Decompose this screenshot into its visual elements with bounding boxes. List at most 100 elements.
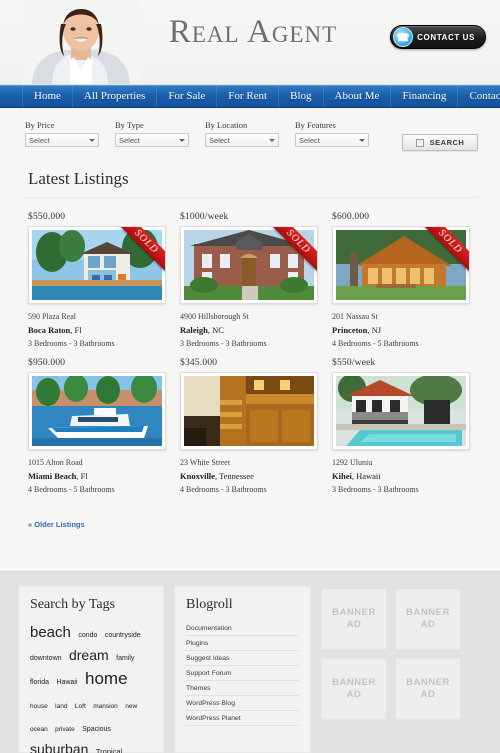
filter-value-location: Select <box>209 135 230 145</box>
listing-card[interactable]: $1000/week SOLD 4900 Hillsborough St Ral… <box>174 212 326 350</box>
search-button[interactable]: SEARCH <box>402 134 478 151</box>
banner-ad-line1: BANNER <box>332 677 376 688</box>
nav-item-blog[interactable]: Blog <box>279 86 324 107</box>
phone-icon: ☎ <box>393 27 414 47</box>
blogroll-list: Documentation Plugins Suggest Ideas Supp… <box>186 621 299 726</box>
listing-thumbnail[interactable]: SOLD <box>332 226 470 304</box>
listing-region: Fl <box>74 325 82 335</box>
filter-value-type: Select <box>119 135 140 145</box>
listing-region: NC <box>212 325 224 335</box>
tag-link[interactable]: Spacious <box>82 726 111 733</box>
tag-link[interactable]: new <box>125 703 137 710</box>
list-item[interactable]: Plugins <box>186 636 299 651</box>
site-footer: Search by Tags beach condo countryside d… <box>0 571 500 753</box>
list-item[interactable]: Support Forum <box>186 666 299 681</box>
listing-meta: 1015 Alton Road Miami Beach, Fl 4 Bedroo… <box>28 456 174 496</box>
tag-link[interactable]: countryside <box>105 632 141 639</box>
tag-link[interactable]: florida <box>30 679 49 686</box>
list-item[interactable]: WordPress Blog <box>186 696 299 711</box>
tag-link[interactable]: Hawaii <box>57 679 78 686</box>
list-item[interactable]: WordPress Planet <box>186 711 299 726</box>
property-filter-bar: By Price Select By Type Select By Locati… <box>0 108 500 163</box>
pool-villa-photo <box>336 376 466 446</box>
banner-ad[interactable]: BANNER AD <box>321 658 387 720</box>
tags-widget-title: Search by Tags <box>30 597 116 612</box>
listing-city-name: Raleigh <box>180 325 208 335</box>
listing-card[interactable]: $550/week 1292 Uluniu Kihei, Hawaii 3 Be… <box>326 358 478 496</box>
tag-link[interactable]: mansion <box>93 703 118 710</box>
listing-thumbnail[interactable]: SOLD <box>180 226 318 304</box>
nav-item-financing[interactable]: Financing <box>391 86 459 107</box>
listing-price: $950.000 <box>28 358 66 368</box>
filter-select-location[interactable]: Select <box>205 133 279 147</box>
list-item[interactable]: Themes <box>186 681 299 696</box>
tag-link[interactable]: house <box>30 703 48 710</box>
listing-rooms: 4 Bedrooms - 5 Bathrooms <box>28 485 115 494</box>
banner-ad-line2: AD <box>420 619 436 630</box>
listing-city: Princeton, NJ <box>332 325 382 335</box>
contact-us-button[interactable]: ☎ CONTACT US <box>390 25 486 49</box>
listing-card[interactable]: $345.000 23 White Street Knoxville, Tenn… <box>174 358 326 496</box>
site-header: Real Agent ☎ CONTACT US <box>0 0 500 85</box>
search-icon <box>415 138 424 147</box>
listing-price: $345.000 <box>180 358 218 368</box>
filter-select-features[interactable]: Select <box>295 133 369 147</box>
chevron-down-icon <box>359 138 365 142</box>
listing-price: $550.000 <box>28 212 66 222</box>
banner-ad[interactable]: BANNER AD <box>395 658 461 720</box>
tag-link[interactable]: land <box>55 703 67 710</box>
section-divider <box>22 197 478 198</box>
nav-item-contact[interactable]: Contact <box>458 86 500 107</box>
banner-ad[interactable]: BANNER AD <box>321 588 387 650</box>
search-button-label: SEARCH <box>429 138 465 147</box>
tag-link[interactable]: condo <box>78 632 97 639</box>
contact-us-label: CONTACT US <box>417 32 475 42</box>
tag-link[interactable]: suburban <box>30 741 88 753</box>
banner-ad-line1: BANNER <box>332 607 376 618</box>
tag-link[interactable]: family <box>116 655 134 662</box>
tag-link[interactable]: beach <box>30 624 71 641</box>
listing-card[interactable]: $550.000 SOLD 590 Plaza Real Boca Raton,… <box>22 212 174 350</box>
nav-item-for-sale[interactable]: For Sale <box>157 86 218 107</box>
filter-group-type: By Type Select <box>115 120 205 147</box>
listing-meta: 23 White Street Knoxville, Tennessee 4 B… <box>180 456 326 496</box>
listings-grid: $550.000 SOLD 590 Plaza Real Boca Raton,… <box>22 212 478 504</box>
filter-select-price[interactable]: Select <box>25 133 99 147</box>
filter-group-features: By Features Select <box>295 120 385 147</box>
listing-address: 23 White Street <box>180 458 231 467</box>
listing-thumbnail[interactable] <box>28 372 166 450</box>
listing-thumbnail[interactable]: SOLD <box>28 226 166 304</box>
banner-ad[interactable]: BANNER AD <box>395 588 461 650</box>
listing-thumbnail[interactable] <box>180 372 318 450</box>
listing-card[interactable]: $600.000 SOLD 201 Nassau St Princeton, N… <box>326 212 478 350</box>
tag-link[interactable]: downtown <box>30 655 62 662</box>
listing-card[interactable]: $950.000 1015 Alton Road Miami Beach, Fl… <box>22 358 174 496</box>
older-listings-link[interactable]: « Older Listings <box>22 504 85 529</box>
blogroll-widget: Blogroll Documentation Plugins Suggest I… <box>174 586 311 753</box>
listing-city: Knoxville, Tennessee <box>180 471 254 481</box>
tag-link[interactable]: home <box>85 669 128 688</box>
listing-city: Miami Beach, Fl <box>28 471 88 481</box>
listing-address: 590 Plaza Real <box>28 312 76 321</box>
filter-value-price: Select <box>29 135 50 145</box>
list-item[interactable]: Documentation <box>186 621 299 636</box>
filter-select-type[interactable]: Select <box>115 133 189 147</box>
listing-price: $550/week <box>332 358 376 368</box>
nav-item-for-rent[interactable]: For Rent <box>217 86 280 107</box>
nav-item-all-properties[interactable]: All Properties <box>73 86 158 107</box>
listing-address: 1015 Alton Road <box>28 458 83 467</box>
tag-link[interactable]: dream <box>69 647 109 663</box>
listing-thumbnail[interactable] <box>332 372 470 450</box>
blogroll-widget-title: Blogroll <box>186 597 233 612</box>
nav-item-home[interactable]: Home <box>22 86 73 107</box>
listing-city-name: Princeton <box>332 325 368 335</box>
tag-link[interactable]: ocean <box>30 726 48 733</box>
tag-link[interactable]: private <box>55 726 75 733</box>
listing-meta: 590 Plaza Real Boca Raton, Fl 3 Bedrooms… <box>28 310 174 350</box>
tag-link[interactable]: Loft <box>75 703 86 710</box>
nav-item-about-me[interactable]: About Me <box>324 86 392 107</box>
tag-link[interactable]: Tropical <box>96 747 122 753</box>
listing-meta: 4900 Hillsborough St Raleigh, NC 3 Bedro… <box>180 310 326 350</box>
filter-label-features: By Features <box>295 120 336 130</box>
list-item[interactable]: Suggest Ideas <box>186 651 299 666</box>
